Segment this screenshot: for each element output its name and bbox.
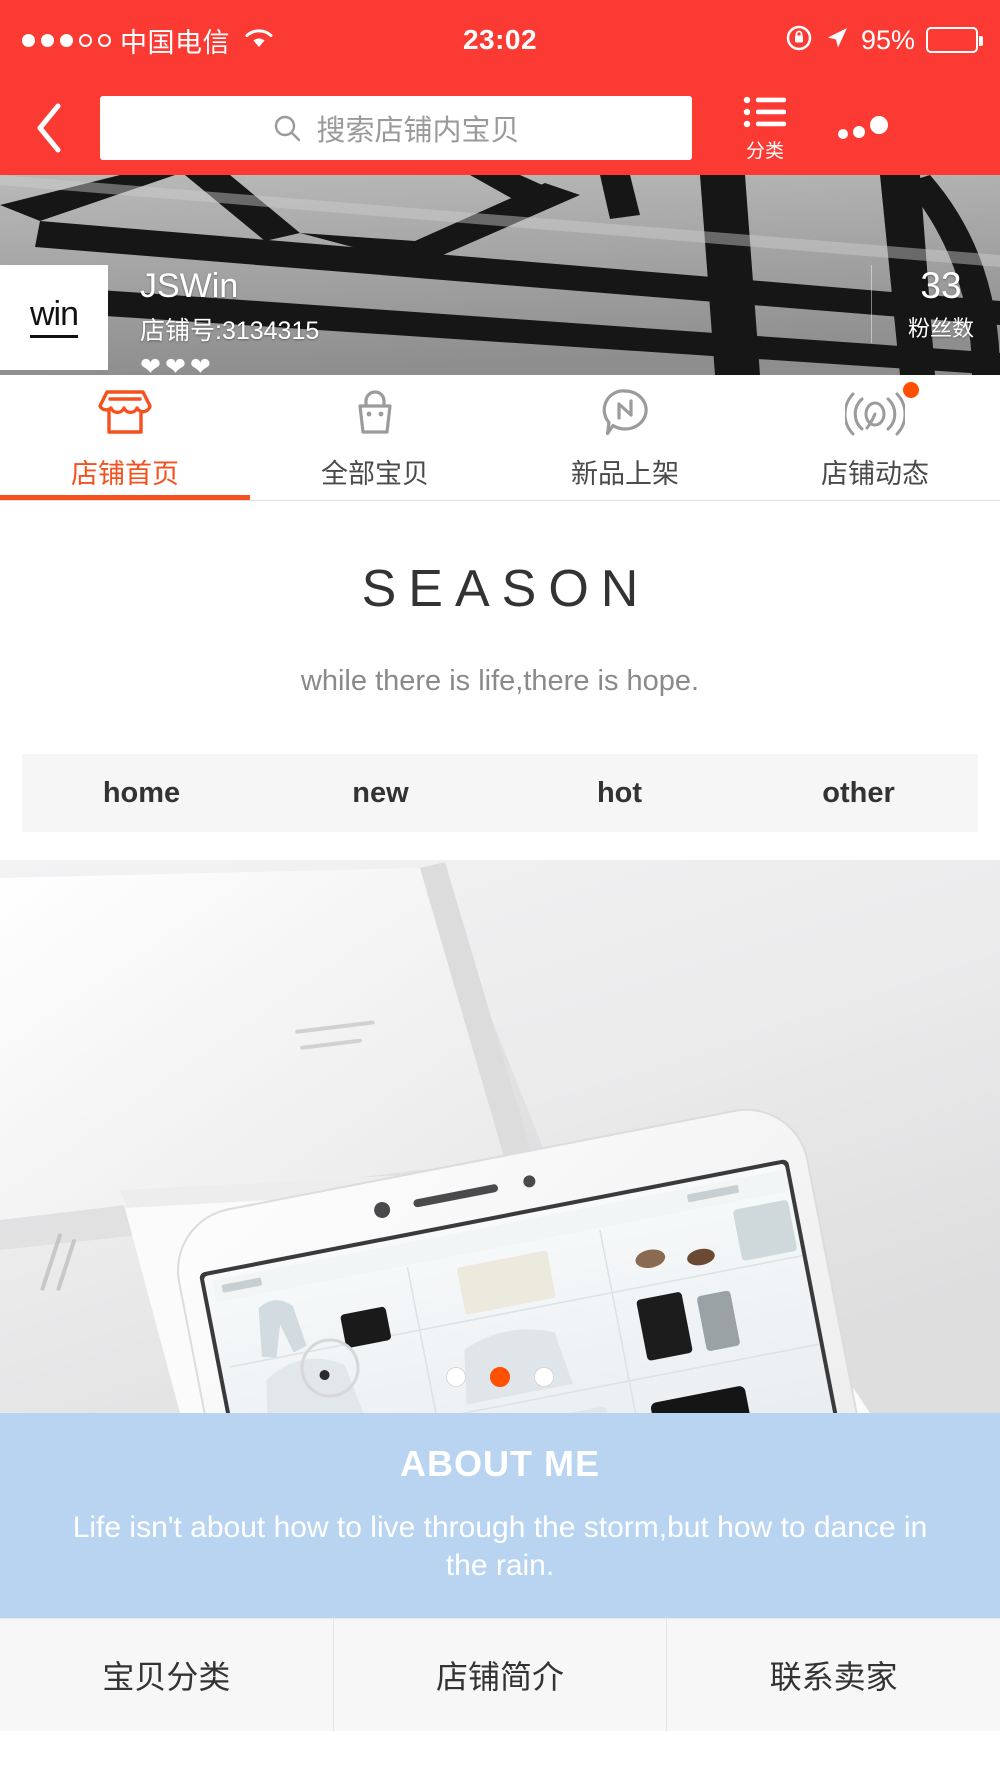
bottom-link-categories[interactable]: 宝贝分类 (0, 1619, 333, 1731)
bottom-link-contact-seller[interactable]: 联系卖家 (666, 1618, 1000, 1731)
shop-page: 中国电信 23:02 95% 搜索店铺内宝贝 分类 win JSWin 店铺号:… (0, 0, 1000, 1778)
status-bar-right: 95% (785, 24, 983, 57)
back-button[interactable] (20, 100, 78, 156)
battery-percent-label: 95% (860, 24, 915, 55)
back-chevron-icon (37, 103, 61, 152)
tab-shop-feed[interactable]: 店铺动态 (750, 375, 1000, 500)
tab-label: 店铺动态 (821, 459, 929, 489)
carrier-label: 中国电信 (120, 27, 230, 58)
location-arrow-icon (824, 25, 850, 56)
bottom-links-row: 宝贝分类 店铺简介 联系卖家 (0, 1617, 1000, 1731)
shop-rating-hearts: ❤❤❤ (140, 353, 215, 375)
category-label: 分类 (745, 140, 784, 162)
shop-tabs: 店铺首页 全部宝贝 新品上架 店铺动态 (0, 375, 1000, 501)
fans-label: 粉丝数 (907, 316, 974, 341)
category-button[interactable]: 分类 (722, 93, 808, 163)
shop-name: JSWin (140, 267, 239, 305)
shop-info-overlay: win JSWin 店铺号:3134315 ❤❤❤ 33 粉丝数 (0, 265, 1000, 375)
search-input[interactable]: 搜索店铺内宝贝 (100, 95, 692, 160)
navrow-item-home[interactable]: home (22, 777, 261, 810)
shopping-bag-icon (349, 384, 401, 440)
tab-label: 全部宝贝 (321, 459, 429, 489)
shop-logo[interactable]: win (0, 265, 108, 370)
carousel-dots (0, 1367, 1000, 1387)
carousel-image (0, 860, 1000, 1413)
shop-logo-text: win (29, 297, 79, 338)
storefront-icon (97, 384, 153, 440)
carousel-dot[interactable] (534, 1367, 554, 1387)
season-header: SEASON while there is life,there is hope… (0, 501, 1000, 734)
status-bar: 中国电信 23:02 95% (0, 0, 1000, 80)
banner-carousel[interactable] (0, 860, 1000, 1413)
tab-shop-home[interactable]: 店铺首页 (0, 375, 250, 500)
list-icon (743, 96, 786, 127)
tab-all-items[interactable]: 全部宝贝 (250, 375, 500, 500)
speech-bubble-n-icon (598, 384, 652, 440)
feed-badge-dot (903, 382, 919, 398)
carousel-dot-active[interactable] (490, 1367, 510, 1387)
fans-block[interactable]: 33 粉丝数 (870, 265, 1000, 343)
navrow-item-other[interactable]: other (739, 777, 978, 810)
signal-dots-icon (22, 33, 111, 47)
search-placeholder: 搜索店铺内宝贝 (316, 114, 520, 147)
tab-new-arrivals[interactable]: 新品上架 (500, 375, 750, 500)
category-nav-row: home new hot other (22, 754, 978, 832)
shop-navbar: 搜索店铺内宝贝 分类 (0, 80, 1000, 175)
rotation-lock-icon (785, 24, 813, 57)
status-bar-left: 中国电信 (22, 21, 275, 60)
battery-icon (926, 27, 983, 53)
navrow-item-new[interactable]: new (261, 777, 500, 810)
wifi-icon (243, 26, 275, 55)
season-title: SEASON (361, 560, 651, 618)
search-icon (275, 115, 301, 141)
bottom-link-shop-intro[interactable]: 店铺简介 (332, 1618, 667, 1731)
shop-meta: JSWin 店铺号:3134315 ❤❤❤ (140, 265, 319, 375)
tab-label: 新品上架 (571, 459, 679, 489)
about-me-text: Life isn't about how to live through the… (72, 1511, 928, 1583)
broadcast-icon (845, 382, 919, 440)
season-subtitle: while there is life,there is hope. (300, 665, 700, 697)
fans-count: 33 (920, 265, 962, 306)
about-me-section: ABOUT ME Life isn't about how to live th… (0, 1413, 1000, 1618)
shop-banner: win JSWin 店铺号:3134315 ❤❤❤ 33 粉丝数 (0, 175, 1000, 375)
carousel-dot[interactable] (446, 1367, 466, 1387)
shop-id-label: 店铺号:3134315 (140, 317, 320, 346)
about-me-title: ABOUT ME (400, 1443, 600, 1484)
navrow-item-hot[interactable]: hot (500, 777, 739, 810)
more-dots-icon (838, 115, 888, 139)
more-button[interactable] (822, 108, 908, 148)
tab-label: 店铺首页 (71, 459, 179, 489)
